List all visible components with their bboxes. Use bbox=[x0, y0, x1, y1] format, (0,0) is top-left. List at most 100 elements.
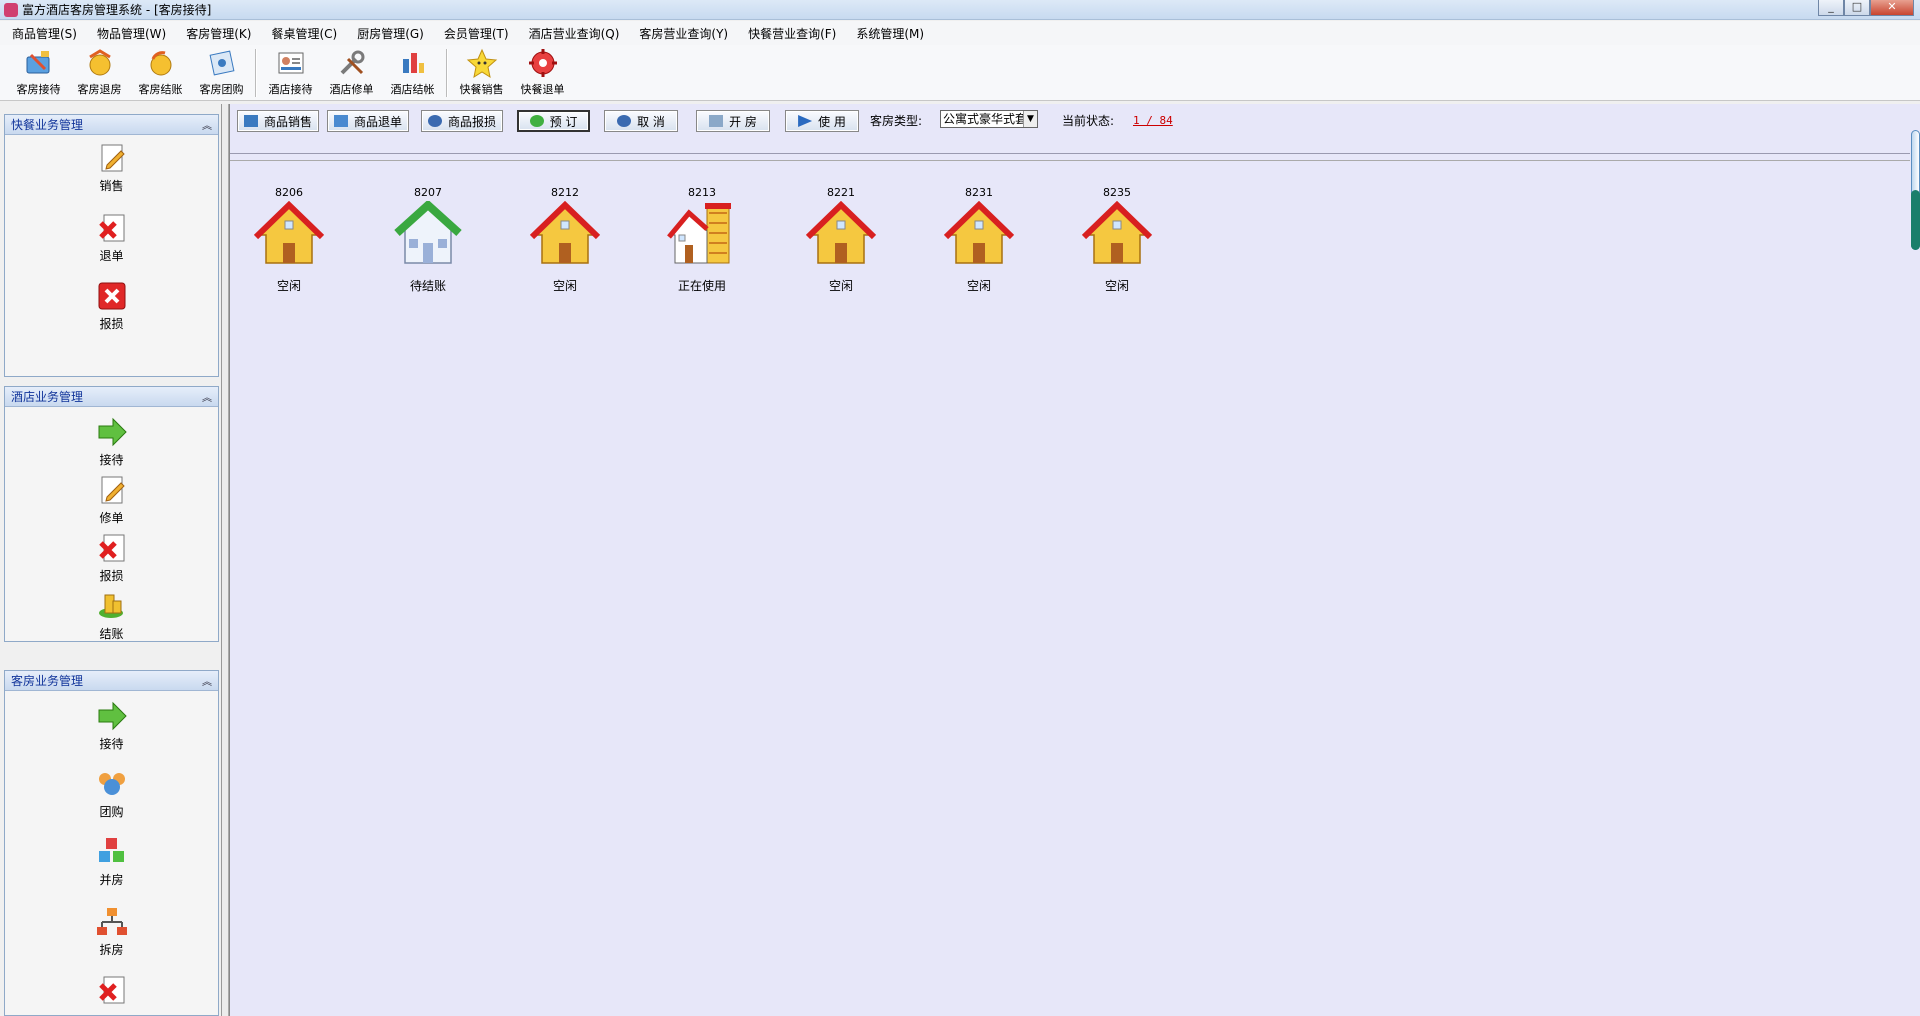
title-bar: 富方酒店客房管理系统 - [客房接待] _ □ ✕ bbox=[0, 0, 1920, 20]
delete-doc-icon bbox=[98, 214, 124, 242]
menu-rooms[interactable]: 客房管理(K) bbox=[186, 25, 251, 42]
goods-sale-button[interactable]: 商品销售 bbox=[237, 110, 319, 132]
goods-return-button[interactable]: 商品退单 bbox=[327, 110, 409, 132]
hierarchy-icon bbox=[96, 908, 127, 935]
menu-goods[interactable]: 商品管理(S) bbox=[12, 25, 77, 42]
room-tile[interactable]: 8235 空闲 bbox=[1072, 186, 1162, 294]
house-idle-icon bbox=[806, 201, 876, 264]
house-idle-icon bbox=[254, 201, 324, 264]
status-label: 当前状态: bbox=[1062, 114, 1115, 128]
open-room-button[interactable]: 开 房 bbox=[696, 110, 770, 132]
use-button[interactable]: 使 用 bbox=[785, 110, 859, 132]
cancel-icon bbox=[617, 115, 632, 127]
cubes-icon bbox=[98, 838, 124, 862]
menu-fastfood-query[interactable]: 快餐营业查询(F) bbox=[748, 25, 836, 42]
menu-system[interactable]: 系统管理(M) bbox=[856, 25, 924, 42]
toolbar-hotel-modify[interactable]: 酒店修单 bbox=[321, 47, 382, 99]
main-area: 商品销售 商品退单 商品报损 预 订 取 消 开 房 使 用 客房类型: 公寓式… bbox=[229, 104, 1920, 1016]
maximize-button[interactable]: □ bbox=[1844, 0, 1870, 16]
menu-tables[interactable]: 餐桌管理(C) bbox=[271, 25, 337, 42]
toolbar: 客房接待 客房退房 客房结账 客房团购 酒店接待 酒店修单 酒店结帐 快餐销售 … bbox=[0, 45, 1920, 101]
left-panel: 快餐业务管理 ︽ 销售 退单 报损 酒店业务管理 ︽ 接待 修单 报损 结账 客… bbox=[0, 104, 222, 1016]
toolbar-separator bbox=[446, 49, 448, 97]
toolbar-room-settle[interactable]: 客房结账 bbox=[130, 47, 191, 99]
coins-icon bbox=[98, 594, 123, 618]
group-header[interactable]: 客房业务管理 ︽ bbox=[5, 671, 218, 691]
toolbar-fastfood-return[interactable]: 快餐退单 bbox=[512, 47, 573, 99]
nav-item-room-group-buy[interactable]: 团购 bbox=[5, 767, 218, 820]
nav-item-room-delete[interactable] bbox=[5, 973, 218, 1007]
settle-icon bbox=[150, 51, 171, 76]
reception-icon bbox=[26, 51, 49, 74]
arrow-right-icon bbox=[98, 701, 127, 731]
house-idle-icon bbox=[944, 201, 1014, 264]
group-buy-icon bbox=[209, 50, 234, 76]
status-page-link[interactable]: 1 / 84 bbox=[1133, 114, 1173, 127]
nav-item-room-split[interactable]: 拆房 bbox=[5, 905, 218, 958]
collapse-icon: ︽ bbox=[202, 121, 212, 132]
nav-item-hotel-modify[interactable]: 修单 bbox=[5, 473, 218, 526]
minimize-button[interactable]: _ bbox=[1818, 0, 1844, 16]
menu-hotel-query[interactable]: 酒店营业查询(Q) bbox=[529, 25, 620, 42]
room-tile[interactable]: 8207 待结账 bbox=[383, 186, 473, 294]
collapse-icon: ︽ bbox=[202, 393, 212, 404]
room-tile[interactable]: 8231 空闲 bbox=[934, 186, 1024, 294]
nav-item-hotel-reception[interactable]: 接待 bbox=[5, 415, 218, 468]
key-icon bbox=[709, 115, 724, 127]
nav-item-room-merge[interactable]: 并房 bbox=[5, 835, 218, 888]
nav-item-sale[interactable]: 销售 bbox=[5, 141, 218, 194]
nav-item-loss[interactable]: 报损 bbox=[5, 279, 218, 332]
group-fastfood: 快餐业务管理 ︽ 销售 退单 报损 bbox=[4, 114, 219, 377]
arrow-right-icon bbox=[98, 417, 127, 447]
app-icon bbox=[4, 2, 18, 17]
house-pending-icon bbox=[394, 201, 462, 264]
close-button[interactable]: ✕ bbox=[1870, 0, 1914, 16]
star-icon bbox=[466, 48, 497, 79]
menu-members[interactable]: 会员管理(T) bbox=[444, 25, 509, 42]
close-box-icon bbox=[98, 282, 125, 310]
edit-icon bbox=[101, 144, 125, 172]
house-idle-icon bbox=[530, 201, 600, 264]
nav-item-room-reception[interactable]: 接待 bbox=[5, 699, 218, 752]
play-icon bbox=[798, 115, 813, 127]
return-icon bbox=[333, 115, 348, 127]
menu-items[interactable]: 物品管理(W) bbox=[97, 25, 166, 42]
window-title: 富方酒店客房管理系统 - [客房接待] bbox=[22, 3, 212, 17]
menu-bar: 商品管理(S) 物品管理(W) 客房管理(K) 餐桌管理(C) 厨房管理(G) … bbox=[0, 21, 1920, 45]
group-header[interactable]: 酒店业务管理 ︽ bbox=[5, 387, 218, 407]
room-tile[interactable]: 8213 正在使用 bbox=[657, 186, 747, 294]
hotel-reception-icon bbox=[278, 52, 303, 74]
group-header[interactable]: 快餐业务管理 ︽ bbox=[5, 115, 218, 135]
toolbar-hotel-settle[interactable]: 酒店结帐 bbox=[382, 47, 443, 99]
room-tile[interactable]: 8221 空闲 bbox=[796, 186, 886, 294]
room-type-select[interactable]: 公寓式豪华式套 ▼ bbox=[940, 110, 1038, 128]
room-type-label: 客房类型: bbox=[870, 114, 923, 128]
room-tile[interactable]: 8212 空闲 bbox=[520, 186, 610, 294]
nav-item-return[interactable]: 退单 bbox=[5, 211, 218, 264]
vertical-scrollbar[interactable] bbox=[1910, 104, 1920, 1016]
toolbar-hotel-reception[interactable]: 酒店接待 bbox=[260, 47, 321, 99]
goods-loss-button[interactable]: 商品报损 bbox=[421, 110, 503, 132]
room-grid: 8206 空闲 8207 待结账 8212 空闲 8213 正在使用 8221 … bbox=[230, 160, 1910, 1016]
nav-item-hotel-settle[interactable]: 结账 bbox=[5, 589, 218, 642]
loss-icon bbox=[427, 115, 442, 127]
room-tile[interactable]: 8206 空闲 bbox=[244, 186, 334, 294]
checkout-icon bbox=[88, 49, 111, 76]
nav-item-hotel-loss[interactable]: 报损 bbox=[5, 531, 218, 584]
menu-kitchen[interactable]: 厨房管理(G) bbox=[357, 25, 424, 42]
scroll-indicator bbox=[1911, 190, 1920, 250]
toolbar-room-checkout[interactable]: 客房退房 bbox=[69, 47, 130, 99]
cancel-button[interactable]: 取 消 bbox=[604, 110, 678, 132]
delete-doc-icon bbox=[98, 534, 124, 562]
toolbar-fastfood-sale[interactable]: 快餐销售 bbox=[451, 47, 512, 99]
toolbar-room-reception[interactable]: 客房接待 bbox=[8, 47, 69, 99]
hotel-settle-icon bbox=[402, 53, 424, 73]
gear-icon bbox=[528, 49, 557, 77]
group-icon bbox=[98, 773, 125, 795]
action-bar: 商品销售 商品退单 商品报损 预 订 取 消 开 房 使 用 客房类型: 公寓式… bbox=[230, 104, 1910, 154]
edit-icon bbox=[101, 476, 125, 504]
panel-splitter[interactable] bbox=[222, 104, 229, 1016]
toolbar-room-group-buy[interactable]: 客房团购 bbox=[191, 47, 252, 99]
menu-room-query[interactable]: 客房营业查询(Y) bbox=[639, 25, 728, 42]
reserve-button[interactable]: 预 订 bbox=[517, 110, 590, 132]
